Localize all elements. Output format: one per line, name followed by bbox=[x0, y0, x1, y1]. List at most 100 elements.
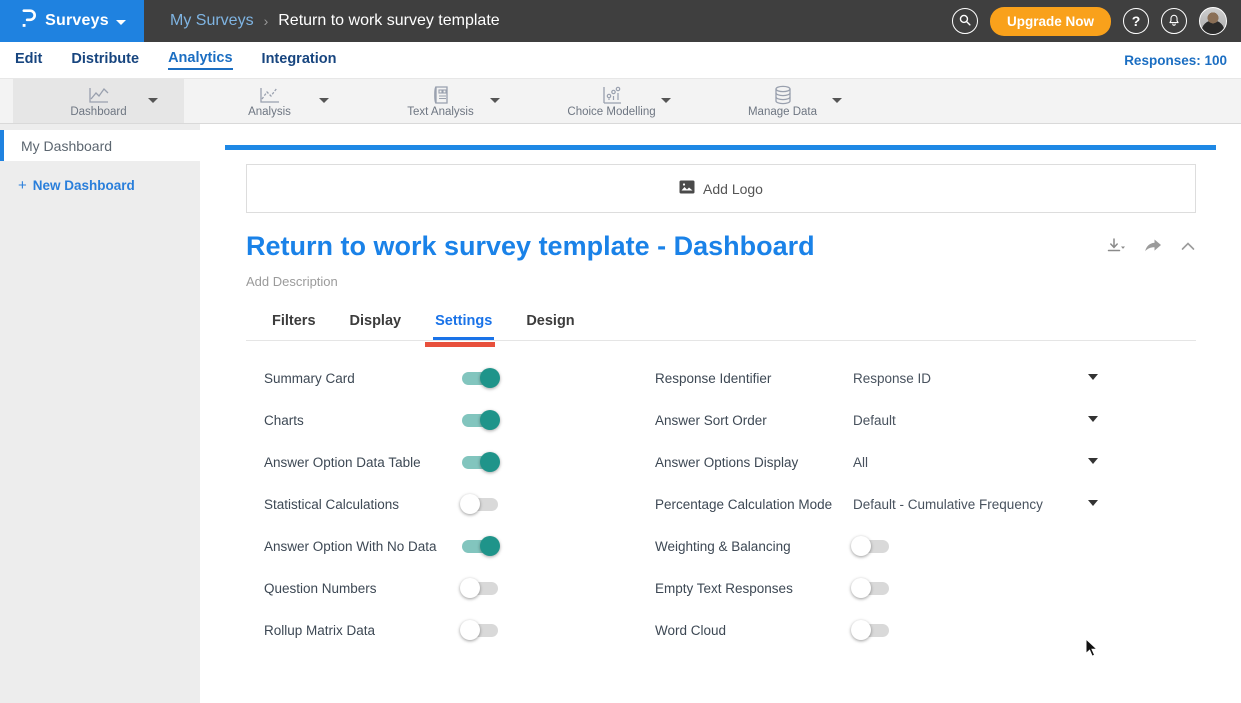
chevron-down-icon[interactable] bbox=[490, 98, 500, 103]
answer-option-no-data-toggle[interactable] bbox=[462, 540, 498, 553]
chevron-down-icon[interactable] bbox=[148, 98, 158, 103]
settings-left-column: Summary Card Charts Answer Option Data T… bbox=[246, 357, 636, 651]
chevron-down-icon[interactable] bbox=[661, 98, 671, 103]
dashboard-sidebar: My Dashboard + New Dashboard bbox=[0, 124, 200, 703]
download-button[interactable] bbox=[1106, 237, 1126, 255]
toolbar-analysis-label: Analysis bbox=[248, 106, 291, 118]
rollup-matrix-data-toggle[interactable] bbox=[462, 624, 498, 637]
settings-right-column: Response IdentifierResponse ID Answer So… bbox=[646, 357, 1196, 651]
chevron-down-icon[interactable] bbox=[1088, 458, 1098, 464]
setting-label: Statistical Calculations bbox=[264, 497, 462, 512]
summary-card-toggle[interactable] bbox=[462, 372, 498, 385]
answer-option-data-table-toggle[interactable] bbox=[462, 456, 498, 469]
answer-sort-order-select[interactable]: Default bbox=[853, 413, 896, 428]
red-annotation-marker bbox=[425, 342, 495, 347]
setting-label: Summary Card bbox=[264, 371, 462, 386]
response-identifier-select[interactable]: Response ID bbox=[853, 371, 931, 386]
setting-label: Word Cloud bbox=[655, 623, 853, 638]
responses-count[interactable]: Responses: 100 bbox=[1124, 53, 1227, 68]
share-button[interactable] bbox=[1143, 238, 1163, 255]
tab-settings[interactable]: Settings bbox=[435, 313, 492, 340]
toolbar-dashboard[interactable]: Dashboard bbox=[13, 79, 184, 123]
empty-text-responses-toggle[interactable] bbox=[853, 582, 889, 595]
analysis-chart-icon bbox=[258, 85, 282, 105]
charts-toggle[interactable] bbox=[462, 414, 498, 427]
setting-label: Answer Option With No Data bbox=[264, 539, 462, 554]
bell-icon bbox=[1167, 13, 1181, 30]
setting-row: Statistical Calculations bbox=[246, 483, 636, 525]
setting-row: Charts bbox=[246, 399, 636, 441]
statistical-calculations-toggle[interactable] bbox=[462, 498, 498, 511]
tab-design[interactable]: Design bbox=[526, 313, 574, 340]
toolbar-dashboard-label: Dashboard bbox=[70, 106, 126, 118]
setting-row: Empty Text Responses bbox=[646, 567, 1196, 609]
content-top-accent-bar bbox=[225, 145, 1216, 150]
chevron-down-icon[interactable] bbox=[1088, 374, 1098, 380]
setting-row: Question Numbers bbox=[246, 567, 636, 609]
add-description-field[interactable]: Add Description bbox=[246, 274, 1196, 289]
chevron-down-icon[interactable] bbox=[832, 98, 842, 103]
toggle-knob bbox=[460, 620, 480, 640]
setting-label: Answer Sort Order bbox=[655, 413, 853, 428]
question-mark-icon: ? bbox=[1132, 13, 1141, 29]
tab-filters[interactable]: Filters bbox=[272, 313, 316, 340]
breadcrumb: My Surveys › Return to work survey templ… bbox=[144, 0, 942, 42]
setting-row: Answer Option Data Table bbox=[246, 441, 636, 483]
toolbar-text-analysis[interactable]: Text Analysis bbox=[355, 79, 526, 123]
question-numbers-toggle[interactable] bbox=[462, 582, 498, 595]
settings-panel: Summary Card Charts Answer Option Data T… bbox=[246, 357, 1196, 657]
answer-options-display-select[interactable]: All bbox=[853, 455, 868, 470]
tab-settings-label: Settings bbox=[435, 313, 492, 329]
chevron-down-icon[interactable] bbox=[1088, 416, 1098, 422]
dashboard-actions bbox=[1106, 231, 1196, 255]
help-button[interactable]: ? bbox=[1123, 8, 1149, 34]
text-analysis-icon bbox=[430, 85, 452, 105]
nav-analytics[interactable]: Analytics bbox=[168, 50, 232, 70]
top-header: Surveys My Surveys › Return to work surv… bbox=[0, 0, 1241, 42]
toolbar-analysis[interactable]: Analysis bbox=[184, 79, 355, 123]
word-cloud-toggle[interactable] bbox=[853, 624, 889, 637]
sidebar-item-my-dashboard[interactable]: My Dashboard bbox=[0, 130, 200, 161]
nav-integration[interactable]: Integration bbox=[262, 51, 337, 69]
add-logo-dropzone[interactable]: Add Logo bbox=[246, 164, 1196, 213]
notifications-button[interactable] bbox=[1161, 8, 1187, 34]
search-button[interactable] bbox=[952, 8, 978, 34]
tab-display[interactable]: Display bbox=[350, 313, 402, 340]
user-avatar[interactable] bbox=[1199, 7, 1227, 35]
setting-row: Answer Option With No Data bbox=[246, 525, 636, 567]
breadcrumb-separator-icon: › bbox=[264, 13, 269, 29]
collapse-button[interactable] bbox=[1180, 240, 1196, 252]
questionpro-logo-icon bbox=[18, 8, 38, 35]
percentage-calculation-mode-select[interactable]: Default - Cumulative Frequency bbox=[853, 497, 1043, 512]
toolbar-choice-modelling[interactable]: Choice Modelling bbox=[526, 79, 697, 123]
setting-row: Answer Sort OrderDefault bbox=[646, 399, 1196, 441]
setting-row: Summary Card bbox=[246, 357, 636, 399]
product-name: Surveys bbox=[45, 12, 109, 30]
setting-row: Answer Options DisplayAll bbox=[646, 441, 1196, 483]
image-icon bbox=[679, 180, 695, 197]
breadcrumb-parent[interactable]: My Surveys bbox=[170, 12, 254, 30]
new-dashboard-button[interactable]: + New Dashboard bbox=[18, 177, 200, 194]
setting-label: Response Identifier bbox=[655, 371, 853, 386]
toggle-knob bbox=[480, 410, 500, 430]
line-chart-icon bbox=[87, 85, 111, 105]
toolbar-choice-modelling-label: Choice Modelling bbox=[567, 106, 655, 118]
chevron-down-icon[interactable] bbox=[1088, 500, 1098, 506]
app-logo-menu[interactable]: Surveys bbox=[0, 0, 144, 42]
add-logo-label: Add Logo bbox=[703, 181, 763, 197]
toggle-knob bbox=[480, 536, 500, 556]
analytics-toolbar: Dashboard Analysis Text Analysis bbox=[0, 78, 1241, 124]
active-tab-underline bbox=[433, 337, 494, 340]
weighting-balancing-toggle[interactable] bbox=[853, 540, 889, 553]
nav-edit[interactable]: Edit bbox=[15, 51, 42, 69]
toolbar-manage-data[interactable]: Manage Data bbox=[697, 79, 868, 123]
toolbar-manage-data-label: Manage Data bbox=[748, 106, 817, 118]
upgrade-now-button[interactable]: Upgrade Now bbox=[990, 7, 1111, 36]
toggle-knob bbox=[851, 578, 871, 598]
chevron-down-icon[interactable] bbox=[319, 98, 329, 103]
nav-distribute[interactable]: Distribute bbox=[71, 51, 139, 69]
search-icon bbox=[958, 13, 972, 30]
sidebar-item-label: My Dashboard bbox=[21, 138, 112, 154]
choice-modelling-icon bbox=[600, 85, 624, 105]
dashboard-title[interactable]: Return to work survey template - Dashboa… bbox=[246, 231, 815, 262]
